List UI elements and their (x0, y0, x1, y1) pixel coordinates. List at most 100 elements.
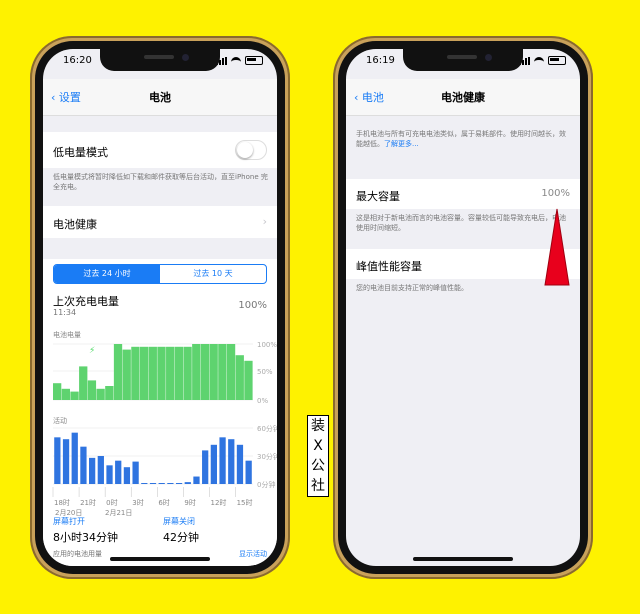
low-power-toggle[interactable] (235, 140, 267, 160)
activity-bar (123, 467, 131, 484)
x-tick-label: 18时 (54, 498, 70, 507)
level-bar (209, 344, 218, 400)
x-tick-label: 3时 (132, 498, 143, 507)
level-bar (226, 344, 236, 400)
tab-last-10-days[interactable]: 过去 10 天 (160, 265, 266, 283)
notch (403, 49, 523, 71)
level-bar (96, 388, 105, 400)
activity-bar (210, 444, 217, 484)
level-chart-title: 电池电量 (53, 330, 81, 339)
activity-bar (132, 461, 139, 484)
activity-bar (106, 465, 113, 484)
home-indicator (110, 557, 210, 561)
activity-tick-30: 30分钟 (257, 452, 277, 461)
date-label-feb20: 2月20日 (55, 509, 82, 517)
watermark-char: 社 (311, 478, 325, 494)
x-tick-label: 21时 (80, 498, 96, 507)
level-bar (53, 383, 62, 400)
level-tick-0: 0% (257, 397, 268, 405)
status-icons (216, 56, 263, 65)
learn-more-link[interactable]: 了解更多... (384, 140, 419, 148)
activity-bar (141, 483, 148, 484)
level-bar (70, 391, 79, 400)
level-tick-100: 100% (257, 341, 277, 349)
max-capacity-value: 100% (541, 188, 570, 199)
x-tick-label: 15时 (237, 498, 253, 507)
activity-bar (184, 482, 191, 484)
level-bar (200, 344, 210, 400)
level-bar (122, 349, 131, 400)
status-time: 16:20 (63, 55, 92, 66)
screen-off-value: 42分钟 (163, 531, 199, 544)
x-axis-ticks: 18时 21时 0时 3时 6时 9时 12时 15时 (52, 487, 253, 507)
left-screen: 16:20 ‹ 设置 电池 低电量模式 低电量模式将暂时降低如下载和邮件获取等后… (43, 49, 277, 566)
notch (100, 49, 220, 71)
activity-bar (62, 439, 70, 484)
activity-bar (236, 444, 244, 484)
activity-bars (54, 432, 252, 484)
left-phone: 16:20 ‹ 设置 电池 低电量模式 低电量模式将暂时降低如下载和邮件获取等后… (30, 36, 290, 579)
health-intro: 手机电池与所有可充电电池类似，属于易耗部件。使用时间越长，效能越低。了解更多..… (356, 129, 570, 149)
low-power-label: 低电量模式 (53, 146, 108, 159)
level-bar (139, 346, 149, 400)
level-bar (183, 346, 192, 400)
chevron-right-icon: › (262, 215, 267, 228)
activity-bar (167, 483, 174, 484)
activity-bar (158, 483, 165, 484)
page-title: 电池 (149, 91, 171, 104)
activity-bar (245, 460, 252, 484)
activity-chart-title: 活动 (53, 416, 67, 425)
level-bar (79, 366, 88, 400)
watermark-label: 装 X 公 社 (307, 415, 329, 497)
level-bar (218, 344, 227, 400)
right-phone: 16:19 ‹ 电池 电池健康 手机电池与所有可充电电池类似，属于易耗部件。使用… (333, 36, 593, 579)
app-usage-label: 应用的电池用量 (53, 550, 102, 558)
level-bar (192, 344, 201, 400)
low-power-description: 低电量模式将暂时降低如下载和邮件获取等后台活动，直至iPhone 完全充电。 (53, 173, 268, 191)
charging-bolt-icon: ⚡ (89, 346, 95, 356)
tab-last-24-hours[interactable]: 过去 24 小时 (54, 265, 160, 283)
screen-off-label: 屏幕关闭 (163, 517, 195, 526)
home-indicator (413, 557, 513, 561)
max-capacity-row: 最大容量 100% (346, 179, 580, 209)
peak-performance-description: 您的电池目前支持正常的峰值性能。 (356, 284, 468, 292)
activity-tick-60: 60分钟 (257, 424, 277, 433)
low-power-row: 低电量模式 (43, 132, 277, 168)
watermark-char: 公 (311, 458, 325, 474)
level-bar (131, 346, 140, 400)
level-bar (105, 386, 114, 400)
level-bar (87, 380, 97, 400)
last-charge-value: 100% (238, 300, 267, 311)
nav-bar: ‹ 设置 电池 (43, 79, 277, 116)
watermark-char: 装 (311, 418, 325, 434)
battery-icon (548, 56, 566, 65)
date-label-feb21: 2月21日 (105, 509, 132, 517)
usage-panel: 过去 24 小时 过去 10 天 上次充电电量 11:34 100% 电池电量 … (43, 259, 277, 566)
right-screen: 16:19 ‹ 电池 电池健康 手机电池与所有可充电电池类似，属于易耗部件。使用… (346, 49, 580, 566)
time-range-segmented-control: 过去 24 小时 过去 10 天 (53, 264, 267, 284)
level-bar (113, 344, 123, 400)
battery-health-row[interactable]: 电池健康 › (43, 206, 277, 238)
level-bar (244, 360, 253, 400)
activity-bar (97, 456, 104, 484)
wifi-icon (534, 57, 544, 64)
nav-bar: ‹ 电池 电池健康 (346, 79, 580, 116)
activity-bar (149, 483, 157, 484)
page-title: 电池健康 (441, 91, 485, 104)
status-icons (519, 56, 566, 65)
activity-bar (193, 476, 200, 484)
level-bar (61, 388, 70, 400)
activity-bar (115, 460, 122, 484)
show-activity-link[interactable]: 显示活动 (239, 549, 267, 559)
watermark-char: X (313, 438, 323, 454)
battery-health-label: 电池健康 (53, 218, 97, 231)
activity-bar (89, 457, 96, 484)
x-tick-label: 0时 (106, 498, 117, 507)
wifi-icon (231, 57, 241, 64)
battery-icon (245, 56, 263, 65)
activity-bar (202, 450, 209, 484)
x-tick-label: 9时 (184, 498, 195, 507)
max-capacity-label: 最大容量 (356, 190, 400, 203)
level-tick-50: 50% (257, 368, 273, 376)
activity-bar (228, 439, 235, 484)
